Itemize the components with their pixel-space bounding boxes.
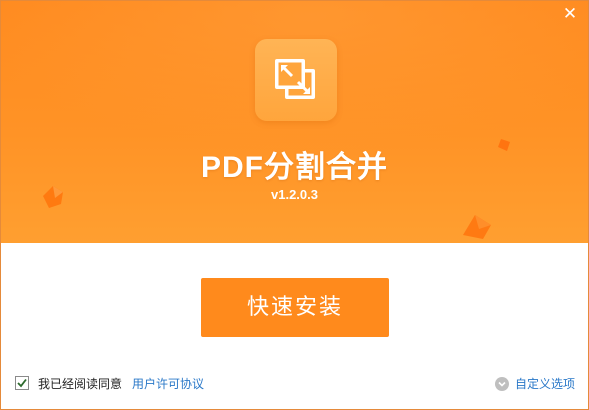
decoration-right-large-icon [463, 215, 491, 239]
close-icon[interactable]: ✕ [560, 4, 580, 24]
license-agreement-link[interactable]: 用户许可协议 [132, 375, 204, 392]
custom-options-label: 自定义选项 [514, 377, 575, 391]
split-merge-icon [255, 39, 337, 121]
installer-window: ✕ PDF分割合并 v1.2.0.3 快速安装 我已经阅读同意 用户许可协议 自… [0, 0, 589, 410]
app-title: PDF分割合并 [201, 151, 388, 184]
header-banner: ✕ PDF分割合并 v1.2.0.3 [1, 1, 588, 243]
chevron-down-icon [494, 376, 509, 391]
app-version: v1.2.0.3 [271, 187, 318, 202]
agree-checkbox[interactable] [15, 376, 29, 390]
agree-label: 我已经阅读同意 [38, 376, 123, 391]
agreement-row: 我已经阅读同意 用户许可协议 [15, 375, 204, 391]
custom-options-toggle[interactable]: 自定义选项 [494, 375, 575, 392]
checkmark-icon [17, 378, 27, 388]
quick-install-button[interactable]: 快速安装 [201, 278, 389, 337]
